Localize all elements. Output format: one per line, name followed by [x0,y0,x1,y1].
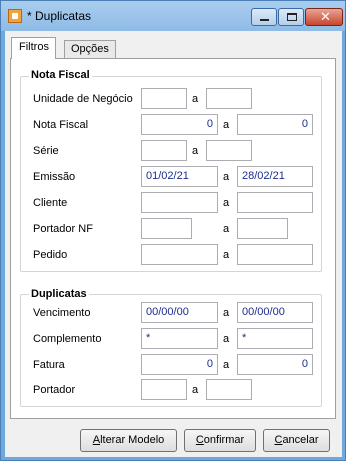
cancelar-button[interactable]: Cancelar [263,429,330,452]
pedido-label: Pedido [33,249,68,261]
portador-from-input[interactable] [141,379,187,400]
cliente-label: Cliente [33,197,68,209]
maximize-button[interactable] [278,8,304,26]
vencimento-label: Vencimento [33,307,91,319]
unidade-negocio-label: Unidade de Negócio [33,93,133,105]
cliente-from-input[interactable] [141,192,218,213]
maximize-icon [287,13,297,21]
complemento-label: Complemento [33,333,102,345]
app-icon [8,9,22,23]
serie-to-input[interactable] [206,140,252,161]
portador-nf-from-input[interactable] [141,218,192,239]
unidade-negocio-to-input[interactable] [206,88,252,109]
nota-fiscal-label: Nota Fiscal [33,119,89,131]
pedido-to-input[interactable] [237,244,313,265]
serie-separator: a [192,145,199,157]
complemento-from-input[interactable]: * [141,328,218,349]
complemento-separator: a [223,333,230,345]
fatura-separator: a [223,359,230,371]
vencimento-to-input[interactable]: 00/00/00 [237,302,313,323]
tab-filtros[interactable]: Filtros [11,37,56,59]
vencimento-separator: a [223,307,230,319]
minimize-icon [260,19,269,21]
close-icon: ✕ [320,9,331,24]
fatura-label: Fatura [33,359,65,371]
emissao-label: Emissão [33,171,76,183]
alterar-modelo-button[interactable]: Alterar Modelo [80,429,177,452]
unidade-negocio-from-input[interactable] [141,88,187,109]
fatura-to-input[interactable]: 0 [237,354,313,375]
serie-label: Série [33,145,59,157]
complemento-to-input[interactable]: * [237,328,313,349]
serie-from-input[interactable] [141,140,187,161]
unidade-negocio-separator: a [192,93,199,105]
duplicatas-title: Duplicatas [29,288,89,300]
nota-fiscal-separator: a [223,119,230,131]
pedido-from-input[interactable] [141,244,218,265]
portador-nf-label: Portador NF [33,223,93,235]
portador-separator: a [192,384,199,396]
cliente-separator: a [223,197,230,209]
fatura-from-input[interactable]: 0 [141,354,218,375]
nota-fiscal-to-input[interactable]: 0 [237,114,313,135]
tab-opcoes[interactable]: Opções [64,40,116,60]
portador-to-input[interactable] [206,379,252,400]
close-button[interactable]: ✕ [305,8,343,26]
emissao-to-input[interactable]: 28/02/21 [237,166,313,187]
title-bar[interactable]: * Duplicatas ✕ [1,1,345,31]
cliente-to-input[interactable] [237,192,313,213]
portador-nf-to-input[interactable] [237,218,288,239]
emissao-from-input[interactable]: 01/02/21 [141,166,218,187]
nota-fiscal-title: Nota Fiscal [29,69,92,81]
vencimento-from-input[interactable]: 00/00/00 [141,302,218,323]
window-title: * Duplicatas [27,9,92,23]
minimize-button[interactable] [251,8,277,26]
pedido-separator: a [223,249,230,261]
emissao-separator: a [223,171,230,183]
portador-label: Portador [33,384,76,396]
nota-fiscal-from-input[interactable]: 0 [141,114,218,135]
confirmar-button[interactable]: Confirmar [184,429,256,452]
portador-nf-separator: a [223,223,230,235]
